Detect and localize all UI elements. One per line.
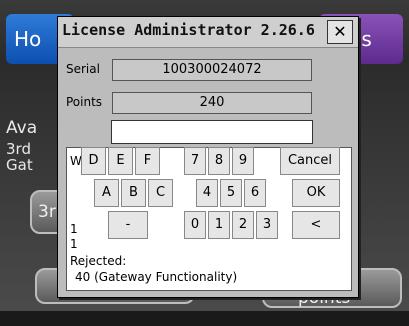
ok-button[interactable]: OK <box>292 179 340 207</box>
key-2[interactable]: 2 <box>232 211 254 239</box>
dialog-titlebar: License Administrator 2.26.6 ✕ <box>58 17 358 48</box>
rejected-label: Rejected: <box>70 254 127 268</box>
key-1[interactable]: 1 <box>208 211 230 239</box>
points-field: 240 <box>112 92 312 114</box>
key-d[interactable]: D <box>81 147 106 175</box>
key-8[interactable]: 8 <box>208 147 230 175</box>
license-administrator-dialog: License Administrator 2.26.6 ✕ Serial 10… <box>57 16 359 298</box>
bg-available-text: Ava <box>6 118 38 138</box>
cancel-button[interactable]: Cancel <box>280 147 340 175</box>
onscreen-keypad: D E F 7 8 9 Cancel A B C 4 5 6 OK - 0 1 … <box>81 147 353 241</box>
key-4[interactable]: 4 <box>196 179 218 207</box>
rejected-item: 40 (Gateway Functionality) <box>75 270 238 284</box>
key-3[interactable]: 3 <box>256 211 278 239</box>
key-7[interactable]: 7 <box>184 147 206 175</box>
dialog-title: License Administrator 2.26.6 <box>62 21 315 39</box>
serial-field: 100300024072 <box>112 59 312 81</box>
key-5[interactable]: 5 <box>220 179 242 207</box>
key-9[interactable]: 9 <box>232 147 254 175</box>
license-key-input[interactable] <box>111 120 313 144</box>
close-icon[interactable]: ✕ <box>327 20 353 44</box>
backspace-button[interactable]: < <box>292 211 340 239</box>
key-6[interactable]: 6 <box>244 179 266 207</box>
key-c[interactable]: C <box>148 179 173 207</box>
key-b[interactable]: B <box>121 179 146 207</box>
key-minus[interactable]: - <box>108 211 148 239</box>
bg-gateway-text: Gat <box>6 156 33 174</box>
key-0[interactable]: 0 <box>184 211 206 239</box>
key-e[interactable]: E <box>108 147 133 175</box>
message-partial-1a: 1 <box>70 222 78 236</box>
points-label: Points <box>66 95 103 109</box>
key-f[interactable]: F <box>135 147 160 175</box>
serial-label: Serial <box>66 62 100 76</box>
key-a[interactable]: A <box>94 179 119 207</box>
message-partial-1b: 1 <box>70 237 78 251</box>
